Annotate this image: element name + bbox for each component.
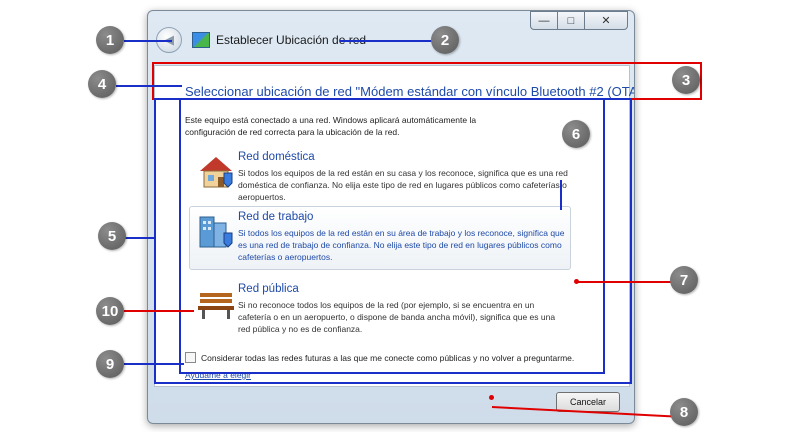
callout-7: 7 [670,266,698,294]
callout-9: 9 [96,350,124,378]
headline-highlight [152,62,702,100]
callout-3: 3 [672,66,700,94]
callout-5-line [124,237,156,239]
callout-2-line [340,40,434,42]
callout-7-line [578,281,672,283]
network-title-icon [192,32,210,48]
callout-2: 2 [431,26,459,54]
callout-1-line [124,40,172,42]
callout-7-dot [574,279,579,284]
options-highlight [179,98,605,374]
callout-8: 8 [670,398,698,426]
callout-5: 5 [98,222,126,250]
annotated-screenshot: — □ ✕ ◀ Establecer Ubicación de red Sele… [0,0,795,432]
callout-6: 6 [562,120,590,148]
callout-8-dot [489,395,494,400]
close-icon[interactable]: ✕ [584,11,628,30]
callout-10: 10 [96,297,124,325]
callout-1: 1 [96,26,124,54]
callout-6-line [560,180,562,210]
callout-10-line [124,310,194,312]
callout-4: 4 [88,70,116,98]
callout-4-line [116,85,182,87]
callout-9-line [124,363,184,365]
maximize-icon[interactable]: □ [557,11,585,30]
